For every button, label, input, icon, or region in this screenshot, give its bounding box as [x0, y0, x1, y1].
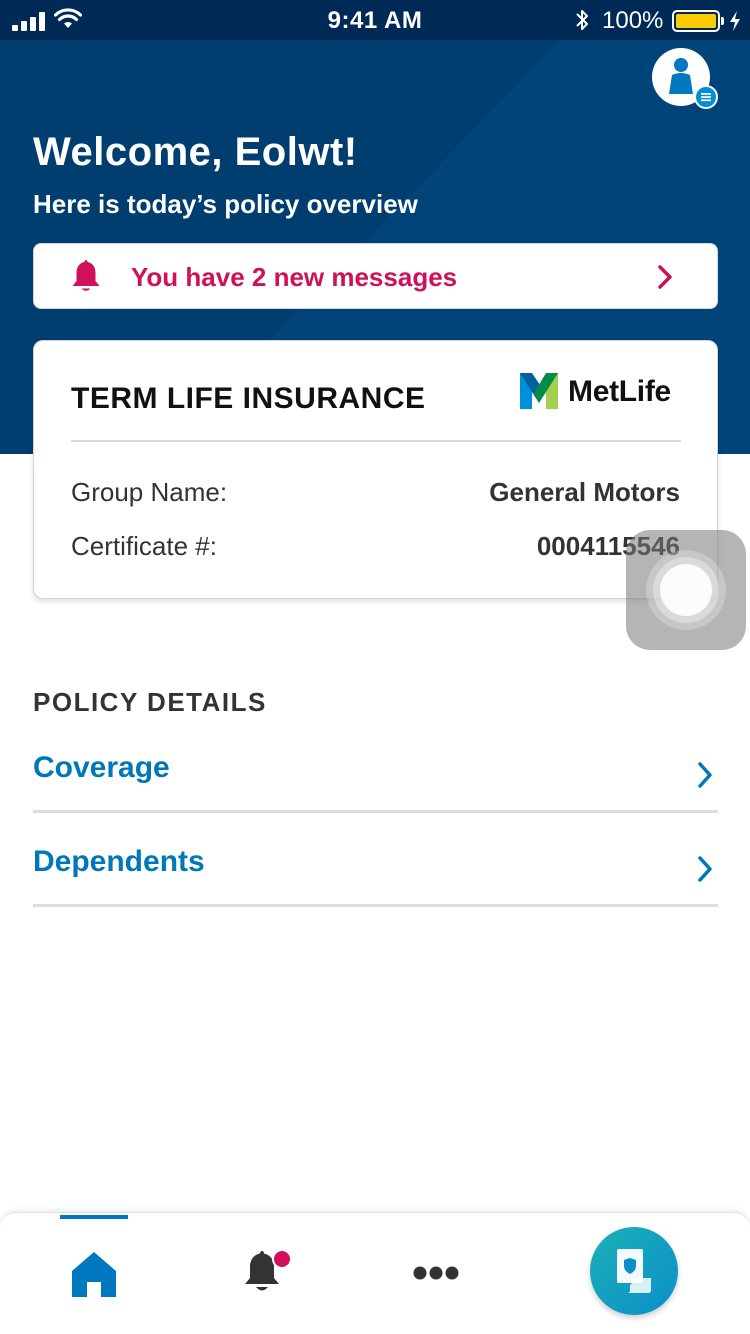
tab-more[interactable] — [400, 1213, 472, 1334]
metlife-mark-icon — [520, 373, 558, 409]
card-divider — [71, 440, 681, 442]
dependents-link[interactable]: Dependents — [33, 815, 718, 907]
bell-icon — [72, 260, 100, 291]
assistive-touch-center — [660, 564, 712, 616]
battery-cap — [721, 17, 724, 25]
group-name-value: General Motors — [489, 477, 680, 507]
tab-notifications[interactable] — [228, 1213, 298, 1334]
policy-details-heading: POLICY DETAILS — [33, 687, 267, 717]
coverage-label: Coverage — [33, 751, 170, 784]
policy-type-title: TERM LIFE INSURANCE — [71, 382, 426, 415]
group-name-label: Group Name: — [71, 477, 228, 507]
menu-lines-icon[interactable] — [694, 85, 718, 109]
metlife-logo: MetLife — [520, 373, 686, 413]
coverage-link[interactable]: Coverage — [33, 721, 718, 813]
bottom-tab-bar — [0, 1212, 750, 1334]
battery-icon — [672, 10, 720, 32]
more-dots-icon — [413, 1266, 459, 1280]
notification-badge — [272, 1249, 292, 1269]
battery-level-fill — [676, 14, 716, 28]
chevron-right-icon — [698, 762, 712, 788]
status-bar: 9:41 AM 100% — [0, 0, 750, 40]
certificate-number-label: Certificate #: — [71, 531, 217, 561]
bluetooth-icon — [576, 10, 588, 30]
policy-document-icon — [617, 1249, 651, 1293]
welcome-title: Welcome, Eolwt! — [33, 130, 358, 174]
welcome-subtitle: Here is today’s policy overview — [33, 189, 418, 219]
chevron-right-icon — [698, 856, 712, 882]
new-messages-banner[interactable]: You have 2 new messages — [33, 243, 718, 309]
new-messages-text: You have 2 new messages — [131, 262, 458, 292]
charging-bolt-icon — [730, 11, 740, 31]
tab-policy[interactable] — [590, 1227, 678, 1315]
tab-home[interactable] — [60, 1213, 128, 1334]
home-icon — [72, 1252, 116, 1297]
battery-percent: 100% — [602, 7, 664, 34]
chevron-right-icon — [658, 265, 672, 289]
assistive-touch-button[interactable] — [626, 530, 746, 650]
dependents-label: Dependents — [33, 845, 205, 878]
policy-card[interactable]: TERM LIFE INSURANCE MetLife Group Name: … — [33, 340, 718, 599]
metlife-brand-name: MetLife — [568, 375, 671, 408]
